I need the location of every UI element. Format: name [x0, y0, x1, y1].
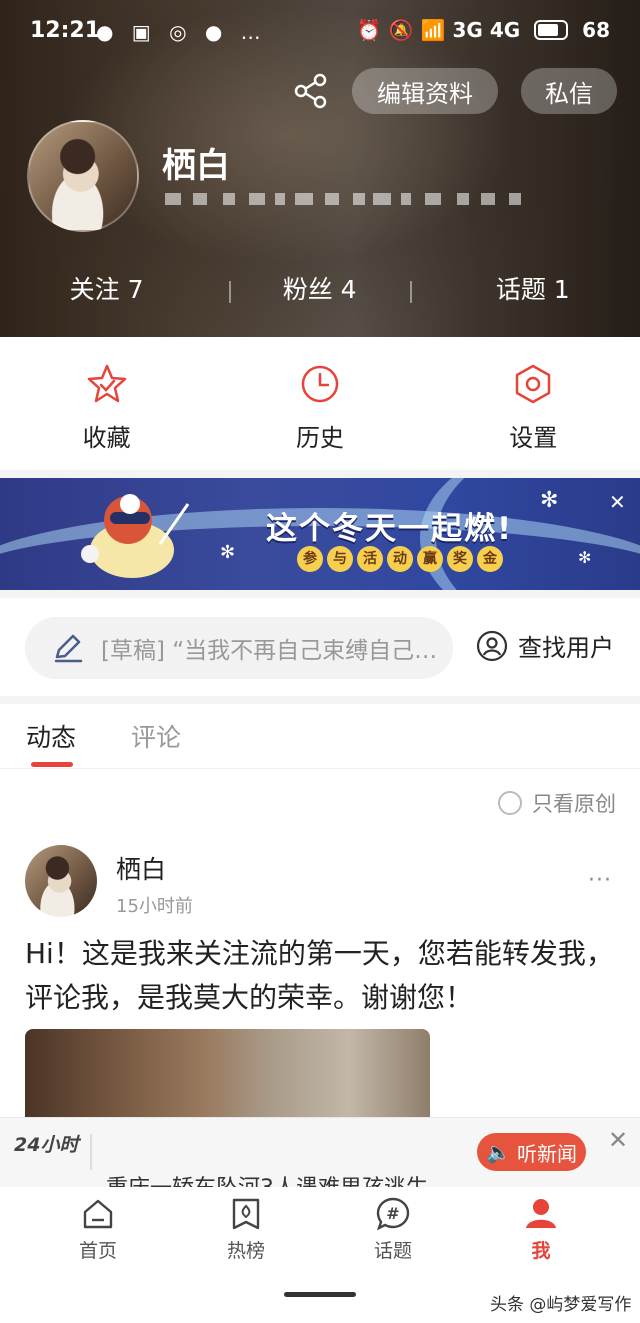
- settings-button[interactable]: 设置: [427, 337, 640, 470]
- signal-icons: ⏰ 🔕 📶 3G 4G: [356, 18, 521, 42]
- settings-icon: [515, 364, 551, 404]
- tab-comments[interactable]: 评论: [131, 718, 181, 754]
- post-text[interactable]: Hi！这是我来关注流的第一天，您若能转发我，评论我，是我莫大的荣幸。谢谢您！: [25, 932, 620, 1020]
- history-label: 历史: [295, 424, 344, 452]
- banner-title: 这个冬天一起燃!: [266, 511, 514, 547]
- original-only-label: 只看原创: [532, 792, 616, 816]
- svg-text:#: #: [386, 1204, 399, 1223]
- status-time: 12:21: [30, 18, 101, 43]
- edit-profile-button[interactable]: 编辑资料: [352, 68, 498, 114]
- nav-home[interactable]: 首页: [58, 1196, 138, 1263]
- post-time: 15小时前: [116, 896, 193, 917]
- banner-subtitle-char: 奖: [447, 546, 473, 572]
- settings-label: 设置: [509, 424, 558, 452]
- user-icon: [526, 1199, 556, 1228]
- banner-subtitle-char: 金: [477, 546, 503, 572]
- listen-news-label: 听新闻: [516, 1141, 577, 1166]
- nav-hot[interactable]: 热榜: [206, 1196, 286, 1263]
- share-icon[interactable]: [292, 72, 330, 110]
- mascot-illustration: [81, 494, 190, 578]
- snowflake-icon: ✻: [220, 542, 236, 563]
- news-24h-badge: 24小时: [14, 1134, 79, 1156]
- original-only-toggle[interactable]: 只看原创: [498, 788, 616, 818]
- find-user-button[interactable]: 查找用户: [476, 628, 614, 663]
- news-close-icon[interactable]: ✕: [608, 1126, 628, 1154]
- listen-news-button[interactable]: 🔈 听新闻: [477, 1133, 586, 1171]
- post-image[interactable]: [25, 1029, 430, 1119]
- post-author-name[interactable]: 栖白: [116, 850, 166, 886]
- active-tab-indicator: [31, 762, 73, 767]
- banner-subtitle-char: 赢: [417, 546, 443, 572]
- favorites-button[interactable]: 收藏: [0, 337, 213, 470]
- post-author-avatar[interactable]: [25, 845, 97, 917]
- notification-icons: ● ▣ ◎ ● …: [96, 20, 267, 44]
- banner-subtitle-char: 与: [327, 546, 353, 572]
- nav-me-label: 我: [531, 1240, 551, 1262]
- history-button[interactable]: 历史: [213, 337, 426, 470]
- clock-icon: [301, 365, 339, 403]
- banner-close-icon[interactable]: ✕: [609, 490, 626, 514]
- stats-divider: [410, 281, 412, 303]
- pencil-icon: [54, 634, 83, 663]
- following-count[interactable]: 关注 7: [0, 270, 213, 306]
- blurred-bio: [165, 187, 525, 213]
- message-button[interactable]: 私信: [521, 68, 617, 114]
- banner-subtitle-char: 参: [297, 546, 323, 572]
- home-icon: [83, 1199, 113, 1229]
- battery-level: 68: [582, 18, 610, 42]
- snowflake-icon: ✻: [540, 488, 559, 513]
- avatar[interactable]: [27, 120, 139, 232]
- banner-subtitle: 参 与 活 动 赢 奖 金: [297, 546, 503, 572]
- profile-stats: 关注 7 粉丝 4 话题 1: [0, 270, 640, 306]
- draft-entry[interactable]: [草稿] “当我不再自己束缚自己…: [25, 617, 453, 679]
- user-search-icon: [476, 630, 508, 661]
- more-options-icon[interactable]: ···: [588, 868, 612, 893]
- banner-subtitle-char: 活: [357, 546, 383, 572]
- nav-hot-label: 热榜: [226, 1240, 265, 1262]
- stats-divider: [229, 281, 231, 303]
- quick-actions: 收藏 历史 设置: [0, 337, 640, 470]
- nav-topics-label: 话题: [373, 1240, 412, 1262]
- hashtag-icon: #: [376, 1197, 410, 1231]
- star-icon: [87, 364, 126, 403]
- watermark: 头条 @屿梦爱写作: [490, 1295, 632, 1315]
- find-user-label: 查找用户: [518, 634, 614, 662]
- news-divider: [90, 1134, 92, 1170]
- speaker-icon: 🔈: [486, 1140, 511, 1164]
- trending-icon: [232, 1198, 260, 1230]
- banner-subtitle-char: 动: [387, 546, 413, 572]
- battery-icon: [534, 20, 569, 40]
- favorites-label: 收藏: [82, 424, 131, 452]
- nav-home-label: 首页: [78, 1240, 117, 1262]
- radio-icon: [498, 791, 522, 815]
- tab-activity[interactable]: 动态: [26, 718, 76, 754]
- gesture-bar: [284, 1292, 356, 1297]
- nav-topics[interactable]: # 话题: [353, 1196, 433, 1263]
- username: 栖白: [162, 146, 230, 186]
- system-status: ⏰ 🔕 📶 3G 4G 68: [357, 18, 610, 42]
- draft-text: [草稿] “当我不再自己束缚自己…: [101, 638, 438, 664]
- nav-me[interactable]: 我: [501, 1196, 581, 1263]
- status-bar: 12:21 ● ▣ ◎ ● … ⏰ 🔕 📶 3G 4G 68: [0, 0, 640, 64]
- followers-count[interactable]: 粉丝 4: [213, 270, 426, 306]
- feed-tabs: [0, 704, 640, 769]
- snowflake-icon: ✻: [578, 548, 592, 567]
- topics-count[interactable]: 话题 1: [426, 270, 639, 306]
